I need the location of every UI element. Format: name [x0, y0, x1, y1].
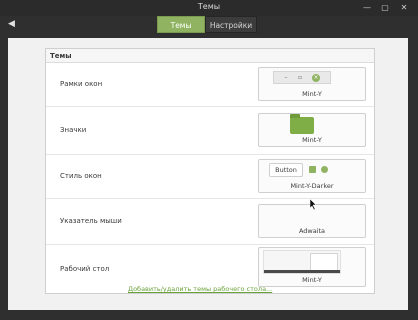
tab-bar: Темы Настройки: [157, 16, 257, 33]
row-mouse-pointer: Указатель мыши Adwaita: [46, 199, 374, 245]
preview-label: Mint-Y: [302, 136, 322, 144]
window: Темы — ▢ ✕ ◀ Темы Настройки Темы Рамки о…: [0, 0, 418, 320]
themes-panel: Темы Рамки окон – ▫ × Mint-Y Значки Mint…: [45, 48, 375, 294]
mouse-cursor-icon: [310, 199, 317, 210]
desktop-preview: [263, 250, 341, 274]
checkbox-preview-icon: [309, 166, 316, 173]
content-area: Темы Рамки окон – ▫ × Mint-Y Значки Mint…: [8, 38, 408, 310]
row-label: Указатель мыши: [60, 217, 122, 225]
back-arrow-icon[interactable]: ◀: [8, 18, 20, 30]
row-window-style: Стиль окон Button Mint-Y-Darker: [46, 155, 374, 199]
preview-label: Mint-Y: [302, 276, 322, 284]
preview-icons[interactable]: Mint-Y: [258, 113, 366, 147]
title-bar: Темы — ▢ ✕: [0, 0, 418, 16]
window-title: Темы: [197, 2, 221, 11]
row-window-borders: Рамки окон – ▫ × Mint-Y: [46, 63, 374, 107]
sample-button: Button: [269, 163, 303, 177]
minimize-icon[interactable]: —: [362, 3, 372, 13]
section-title: Темы: [46, 49, 374, 63]
folder-icon: [290, 114, 314, 134]
row-label: Рабочий стол: [60, 265, 110, 273]
desktop-panel-preview: [264, 270, 340, 273]
maximize-icon[interactable]: ▢: [380, 3, 390, 13]
row-label: Значки: [60, 126, 87, 134]
preview-label: Mint-Y: [302, 90, 322, 98]
preview-window-style[interactable]: Button Mint-Y-Darker: [258, 159, 366, 193]
radio-preview-icon: [321, 166, 328, 173]
preview-desktop[interactable]: Mint-Y: [258, 247, 366, 287]
preview-label: Mint-Y-Darker: [290, 182, 334, 190]
add-remove-desktop-themes-link[interactable]: Добавить/удалить темы рабочего стола...: [128, 285, 272, 293]
tab-settings[interactable]: Настройки: [205, 16, 257, 33]
close-preview-icon: ×: [312, 74, 320, 82]
row-icons: Значки Mint-Y: [46, 107, 374, 155]
row-desktop: Рабочий стол Mint-Y Добавить/удалить тем…: [46, 245, 374, 295]
row-label: Рамки окон: [60, 80, 103, 88]
toolbar: ◀ Темы Настройки: [0, 16, 418, 36]
tab-themes[interactable]: Темы: [157, 16, 205, 33]
minimize-preview-icon: –: [284, 74, 288, 81]
frame-preview: – ▫ ×: [273, 71, 331, 84]
close-icon[interactable]: ✕: [399, 3, 409, 13]
preview-label: Adwaita: [298, 227, 326, 235]
row-label: Стиль окон: [60, 172, 102, 180]
preview-window-borders[interactable]: – ▫ × Mint-Y: [258, 67, 366, 101]
maximize-preview-icon: ▫: [297, 74, 303, 81]
desktop-window-preview: [310, 253, 338, 271]
